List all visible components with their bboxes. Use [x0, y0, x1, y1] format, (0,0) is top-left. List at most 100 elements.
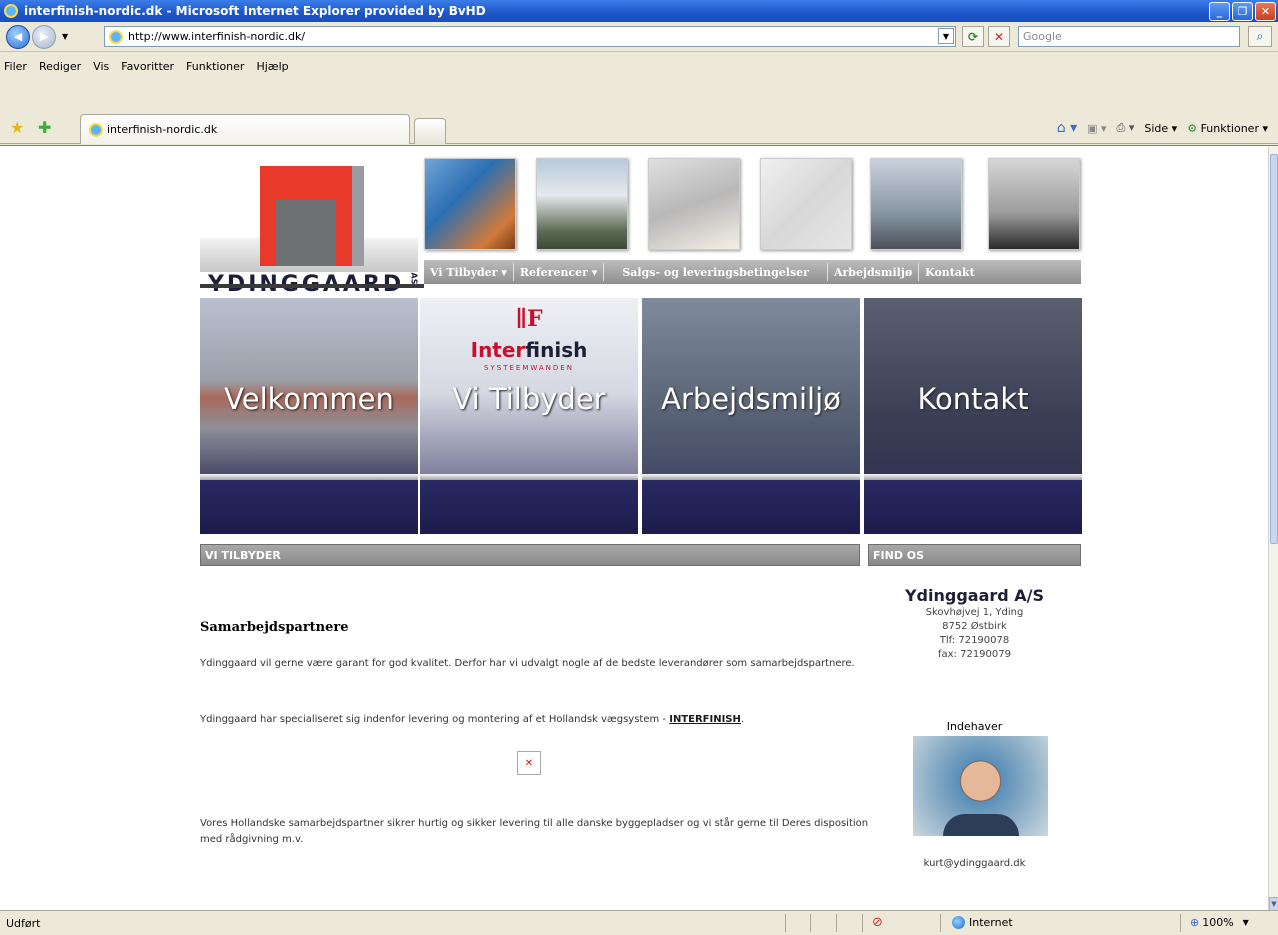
globe-icon [952, 916, 965, 929]
interfinish-subtitle: SYSTEEMWANDEN [484, 364, 574, 372]
site-nav: Vi Tilbyder ▾ Referencer ▾ Salgs- og lev… [424, 260, 1081, 284]
logo-suffix: AS [409, 272, 419, 285]
print-icon[interactable]: ⎙ ▾ [1117, 121, 1135, 135]
vertical-scrollbar[interactable]: ▼ [1268, 146, 1278, 910]
menu-filer[interactable]: Filer [4, 60, 27, 73]
panel-label: Vi Tilbyder [452, 382, 606, 416]
add-favorite-icon[interactable]: ✚ [38, 118, 51, 137]
status-divider [862, 914, 863, 932]
scroll-down-arrow-icon[interactable]: ▼ [1269, 897, 1278, 910]
company-info: Ydinggaard A/S Skovhøjvej 1, Yding 8752 … [868, 586, 1081, 662]
ydinggaard-logo[interactable]: YDINGGAARD AS [200, 160, 419, 297]
panel-arbejdsmiljo[interactable]: Arbejdsmiljø [642, 298, 860, 534]
status-divider [810, 914, 811, 932]
history-dropdown-icon[interactable]: ▼ [62, 32, 68, 41]
tab-bar: ★ ✚ interfinish-nordic.dk ⌂ ▾ ▣ ▾ ⎙ ▾ Si… [0, 108, 1278, 144]
stop-button[interactable]: ✕ [988, 26, 1010, 47]
new-tab-button[interactable] [414, 118, 446, 144]
phone-number: Tlf: 72190078 [939, 635, 1010, 646]
zone-label: Internet [969, 916, 1013, 929]
tab-interfinish[interactable]: interfinish-nordic.dk [80, 114, 410, 144]
panel-lower [864, 480, 1082, 534]
content-title: Samarbejdspartnere [200, 620, 349, 635]
menu-rediger[interactable]: Rediger [39, 60, 81, 73]
search-icon[interactable]: ⌕ [1248, 26, 1272, 47]
home-icon[interactable]: ⌂ ▾ [1057, 120, 1077, 136]
url-dropdown-icon[interactable]: ▼ [938, 28, 954, 44]
search-input[interactable]: Google [1018, 26, 1240, 47]
logo-side [352, 166, 364, 266]
security-zone[interactable]: Internet [952, 916, 1013, 929]
refresh-button[interactable]: ⟳ [962, 26, 984, 47]
scroll-thumb[interactable] [1270, 154, 1278, 544]
panel-kontakt[interactable]: Kontakt [864, 298, 1082, 534]
para2-suffix: . [740, 714, 745, 725]
fax-number: fax: 72190079 [937, 649, 1011, 660]
thumb-corridor[interactable] [424, 158, 516, 250]
page-viewport: YDINGGAARD AS Vi Tilbyder ▾ Referencer ▾… [0, 145, 1278, 910]
page-icon [109, 29, 123, 44]
panel-lower [642, 480, 860, 534]
para2-text: Ydinggaard har specialiseret sig indenfo… [200, 714, 670, 725]
owner-label: Indehaver [946, 720, 1003, 733]
maximize-button[interactable]: ❐ [1232, 2, 1253, 21]
zoom-control[interactable]: ⊕ 100% ▼ [1190, 916, 1249, 929]
nav-salgsbetingelser[interactable]: Salgs- og leveringsbetingelser [604, 263, 828, 281]
menu-funktioner[interactable]: Funktioner [186, 60, 244, 73]
tools-menu-button[interactable]: ⚙ Funktioner ▾ [1187, 122, 1268, 135]
thumb-house[interactable] [536, 158, 628, 250]
address-toolbar: ◀ ▶ ▼ http://www.interfinish-nordic.dk/ … [0, 22, 1278, 52]
status-bar: Udført ⊘ Internet ⊕ 100% ▼ [0, 910, 1278, 935]
url-field[interactable]: http://www.interfinish-nordic.dk/ [104, 26, 956, 47]
thumb-showroom[interactable] [870, 158, 962, 250]
feeds-icon[interactable]: ▣ ▾ [1087, 122, 1106, 135]
nav-vi-tilbyder[interactable]: Vi Tilbyder ▾ [424, 263, 514, 281]
forward-button[interactable]: ▶ [32, 24, 56, 49]
menu-hjaelp[interactable]: Hjælp [256, 60, 288, 73]
owner-email-link[interactable]: kurt@ydinggaard.dk [868, 858, 1081, 869]
content-paragraph: Vores Hollandske samarbejdspartner sikre… [200, 818, 869, 845]
menu-favoritter[interactable]: Favoritter [121, 60, 174, 73]
panel-lower [420, 480, 638, 534]
thumb-ceiling-install[interactable] [648, 158, 740, 250]
panel-label: Kontakt [917, 382, 1029, 416]
interfinish-link[interactable]: INTERFINISH [669, 714, 741, 725]
zoom-dropdown-icon: ▼ [1242, 918, 1249, 927]
url-text: http://www.interfinish-nordic.dk/ [128, 30, 306, 43]
nav-arbejdsmiljo[interactable]: Arbejdsmiljø [828, 263, 920, 281]
ie-logo-icon [4, 4, 18, 18]
command-bar: ⌂ ▾ ▣ ▾ ⎙ ▾ Side ▾ ⚙ Funktioner ▾ [1057, 120, 1268, 136]
close-button[interactable]: ✕ [1255, 2, 1276, 21]
window-title: interfinish-nordic.dk - Microsoft Intern… [24, 4, 486, 18]
page-menu-button[interactable]: Side ▾ [1144, 122, 1177, 135]
search-placeholder: Google [1023, 30, 1062, 43]
section-header-vi-tilbyder: VI TILBYDER [200, 544, 860, 566]
logo-doorway [276, 200, 336, 266]
company-name: Ydinggaard A/S [904, 586, 1045, 605]
status-text: Udført [6, 917, 41, 930]
panel-label: Velkommen [224, 382, 394, 416]
thumb-interior[interactable] [988, 158, 1080, 250]
back-button[interactable]: ◀ [6, 24, 30, 49]
broken-image-icon: ✕ [517, 751, 541, 775]
menu-vis[interactable]: Vis [93, 60, 109, 73]
tab-page-icon [89, 122, 103, 137]
thumb-ceiling-panel[interactable] [760, 158, 852, 250]
security-icon[interactable]: ⊘ [872, 915, 883, 930]
panel-vi-tilbyder[interactable]: ∥F Interfinish SYSTEEMWANDEN Vi Tilbyder [420, 298, 638, 534]
interfinish-wordmark: Interfinish [420, 338, 638, 362]
nav-kontakt[interactable]: Kontakt [919, 263, 981, 281]
window-title-bar: interfinish-nordic.dk - Microsoft Intern… [0, 0, 1278, 22]
panel-velkommen[interactable]: Velkommen [200, 298, 418, 534]
logo-underline [200, 284, 424, 288]
address-street: Skovhøjvej 1, Yding [925, 607, 1024, 618]
page-menu-label: Side [1144, 121, 1169, 135]
minimize-button[interactable]: _ [1209, 2, 1230, 21]
interfinish-logo: ∥F [420, 306, 638, 332]
menu-bar: Filer Rediger Vis Favoritter Funktioner … [0, 52, 1278, 82]
interfinish-finish: finish [525, 338, 588, 362]
interfinish-inter: Inter [470, 338, 526, 362]
nav-referencer[interactable]: Referencer ▾ [514, 263, 605, 281]
content-paragraph: Ydinggaard har specialiseret sig indenfo… [200, 712, 870, 728]
favorites-star-icon[interactable]: ★ [10, 118, 24, 137]
